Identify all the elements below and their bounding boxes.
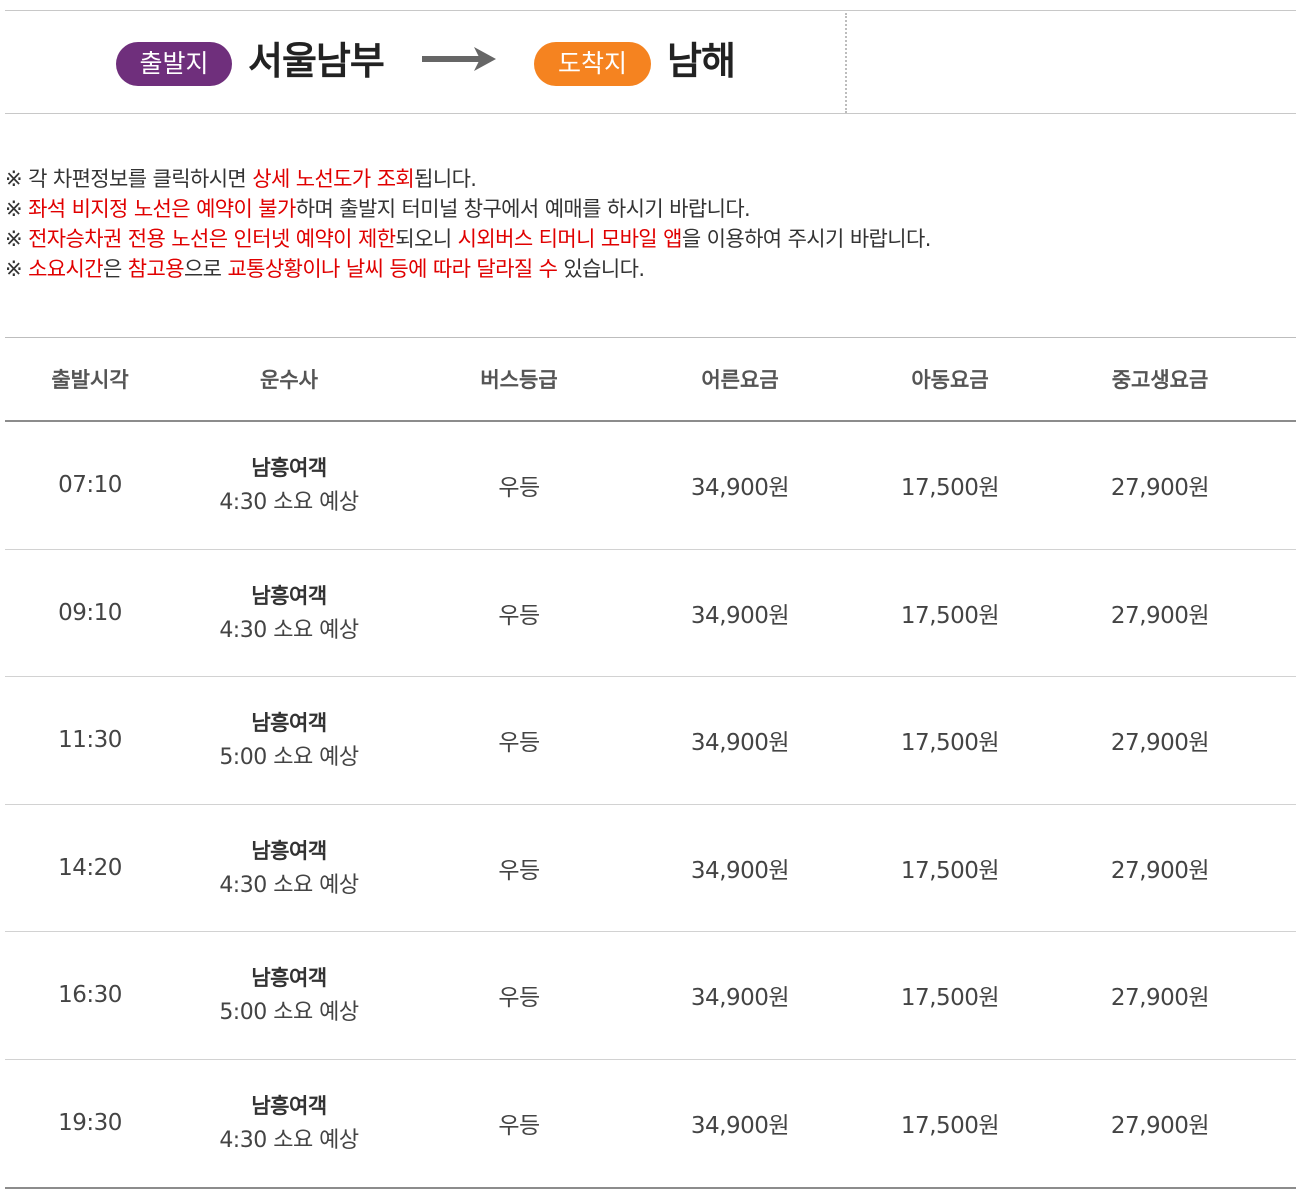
- company-cell: 남흥여객 4:30 소요 예상: [175, 578, 403, 648]
- departure-time: 14:20: [58, 854, 122, 881]
- notice-highlight: 좌석 비지정 노선은 예약이 불가: [28, 197, 296, 221]
- estimated-duration: 4:30 소요 예상: [219, 617, 359, 643]
- right-arrow-icon: [422, 47, 496, 71]
- company-name: 남흥여객: [251, 456, 327, 481]
- student-fare: 27,900원: [1110, 475, 1210, 502]
- table-row[interactable]: 09:10 남흥여객 4:30 소요 예상 우등 34,900원 17,500원 27,90…: [5, 550, 1296, 677]
- notice-line: ※ 소요시간은 참고용으로 교통상황이나 날씨 등에 따라 달라질 수 있습니다…: [5, 254, 1285, 284]
- notice-highlight: 교통상황이나 날씨 등에 따라 달라질 수: [227, 257, 558, 281]
- adult-fare: 34,900원: [690, 985, 790, 1012]
- table-body: 07:10 남흥여객 4:30 소요 예상 우등 34,900원 17,500원 27,90…: [5, 422, 1296, 1187]
- route-summary: 출발지 서울남부 도착지 남해: [5, 10, 1296, 114]
- notice-text: ※: [5, 227, 29, 251]
- header-student-fare: 중고생요금: [1111, 368, 1209, 392]
- departure-time: 16:30: [58, 982, 122, 1009]
- table-row[interactable]: 16:30 남흥여객 5:00 소요 예상 우등 34,900원 17,500원 27,90…: [5, 932, 1296, 1060]
- notice-highlight: 상세 노선도가 조회: [252, 167, 415, 191]
- table-header: 출발시각 운수사 버스등급 어른요금 아동요금 중고생요금: [5, 338, 1296, 422]
- departure-time: 07:10: [58, 472, 122, 499]
- company-cell: 남흥여객 4:30 소요 예상: [175, 833, 403, 903]
- adult-fare: 34,900원: [690, 1113, 790, 1140]
- notice-line: ※ 좌석 비지정 노선은 예약이 불가하며 출발지 터미널 창구에서 예매를 하…: [5, 194, 1285, 224]
- student-fare: 27,900원: [1110, 730, 1210, 757]
- estimated-duration: 5:00 소요 예상: [219, 745, 359, 771]
- child-fare: 17,500원: [900, 475, 1000, 502]
- notice-text: 하며 출발지 터미널 창구에서 예매를 하시기 바랍니다.: [295, 197, 751, 221]
- header-bus-grade: 버스등급: [480, 368, 558, 392]
- bus-grade: 우등: [498, 1113, 540, 1140]
- departure-badge: 출발지: [116, 42, 232, 86]
- notice-line: ※ 전자승차권 전용 노선은 인터넷 예약이 제한되오니 시외버스 티머니 모바…: [5, 224, 1285, 254]
- header-company: 운수사: [260, 368, 318, 392]
- adult-fare: 34,900원: [690, 475, 790, 502]
- company-name: 남흥여객: [251, 838, 327, 863]
- header-adult-fare: 어른요금: [701, 368, 779, 392]
- route-divider: [845, 13, 847, 113]
- departure-terminal: 서울남부: [248, 39, 385, 83]
- departure-time: 09:10: [58, 599, 122, 626]
- student-fare: 27,900원: [1110, 602, 1210, 629]
- notice-text: 있습니다.: [557, 257, 645, 281]
- student-fare: 27,900원: [1110, 1113, 1210, 1140]
- child-fare: 17,500원: [900, 857, 1000, 884]
- notice-text: ※: [5, 197, 29, 221]
- estimated-duration: 4:30 소요 예상: [219, 1128, 359, 1154]
- notice-text: 되오니: [395, 227, 458, 251]
- header-departure-time: 출발시각: [51, 368, 129, 392]
- bus-grade: 우등: [498, 857, 540, 884]
- company-name: 남흥여객: [251, 711, 327, 736]
- notice-text: 은: [102, 257, 128, 281]
- table-row[interactable]: 19:30 남흥여객 4:30 소요 예상 우등 34,900원 17,500원 27,90…: [5, 1060, 1296, 1188]
- notice-list: ※ 각 차편정보를 클릭하시면 상세 노선도가 조회됩니다. ※ 좌석 비지정 노…: [5, 164, 1285, 284]
- notice-highlight: 시외버스 티머니 모바일 앱: [457, 227, 683, 251]
- company-cell: 남흥여객 5:00 소요 예상: [175, 960, 403, 1030]
- company-cell: 남흥여객 4:30 소요 예상: [175, 1088, 403, 1158]
- student-fare: 27,900원: [1110, 857, 1210, 884]
- child-fare: 17,500원: [900, 602, 1000, 629]
- header-child-fare: 아동요금: [911, 368, 989, 392]
- departure-time: 11:30: [58, 727, 122, 754]
- notice-highlight: 소요시간: [28, 257, 103, 281]
- company-name: 남흥여객: [251, 1094, 327, 1119]
- notice-highlight: 참고용: [127, 257, 185, 281]
- bus-grade: 우등: [498, 602, 540, 629]
- child-fare: 17,500원: [900, 1113, 1000, 1140]
- table-row[interactable]: 07:10 남흥여객 4:30 소요 예상 우등 34,900원 17,500원 27,90…: [5, 422, 1296, 550]
- company-cell: 남흥여객 4:30 소요 예상: [175, 450, 403, 520]
- bus-grade: 우등: [498, 985, 540, 1012]
- arrival-badge: 도착지: [534, 42, 651, 86]
- company-cell: 남흥여객 5:00 소요 예상: [175, 705, 403, 775]
- bus-grade: 우등: [498, 730, 540, 757]
- student-fare: 27,900원: [1110, 985, 1210, 1012]
- notice-text: ※: [5, 257, 29, 281]
- notice-text: 으로: [183, 257, 228, 281]
- schedule-table: 출발시각 운수사 버스등급 어른요금 아동요금 중고생요금 07:10 남흥여객 4…: [5, 337, 1296, 1189]
- estimated-duration: 5:00 소요 예상: [219, 1000, 359, 1026]
- table-row[interactable]: 11:30 남흥여객 5:00 소요 예상 우등 34,900원 17,500원 27,90…: [5, 677, 1296, 805]
- notice-text: 을 이용하여 주시기 바랍니다.: [681, 227, 932, 251]
- estimated-duration: 4:30 소요 예상: [219, 872, 359, 898]
- company-name: 남흥여객: [251, 966, 327, 991]
- adult-fare: 34,900원: [690, 857, 790, 884]
- estimated-duration: 4:30 소요 예상: [219, 490, 359, 516]
- notice-text: 됩니다.: [414, 167, 477, 191]
- bus-grade: 우등: [498, 475, 540, 502]
- adult-fare: 34,900원: [690, 602, 790, 629]
- departure-time: 19:30: [58, 1110, 122, 1137]
- notice-line: ※ 각 차편정보를 클릭하시면 상세 노선도가 조회됩니다.: [5, 164, 1285, 194]
- notice-highlight: 전자승차권 전용 노선은 인터넷 예약이 제한: [28, 227, 396, 251]
- company-name: 남흥여객: [251, 583, 327, 608]
- table-row[interactable]: 14:20 남흥여객 4:30 소요 예상 우등 34,900원 17,500원 27,90…: [5, 805, 1296, 932]
- adult-fare: 34,900원: [690, 730, 790, 757]
- notice-text: ※ 각 차편정보를 클릭하시면: [5, 167, 253, 191]
- arrival-terminal: 남해: [667, 39, 736, 83]
- child-fare: 17,500원: [900, 985, 1000, 1012]
- child-fare: 17,500원: [900, 730, 1000, 757]
